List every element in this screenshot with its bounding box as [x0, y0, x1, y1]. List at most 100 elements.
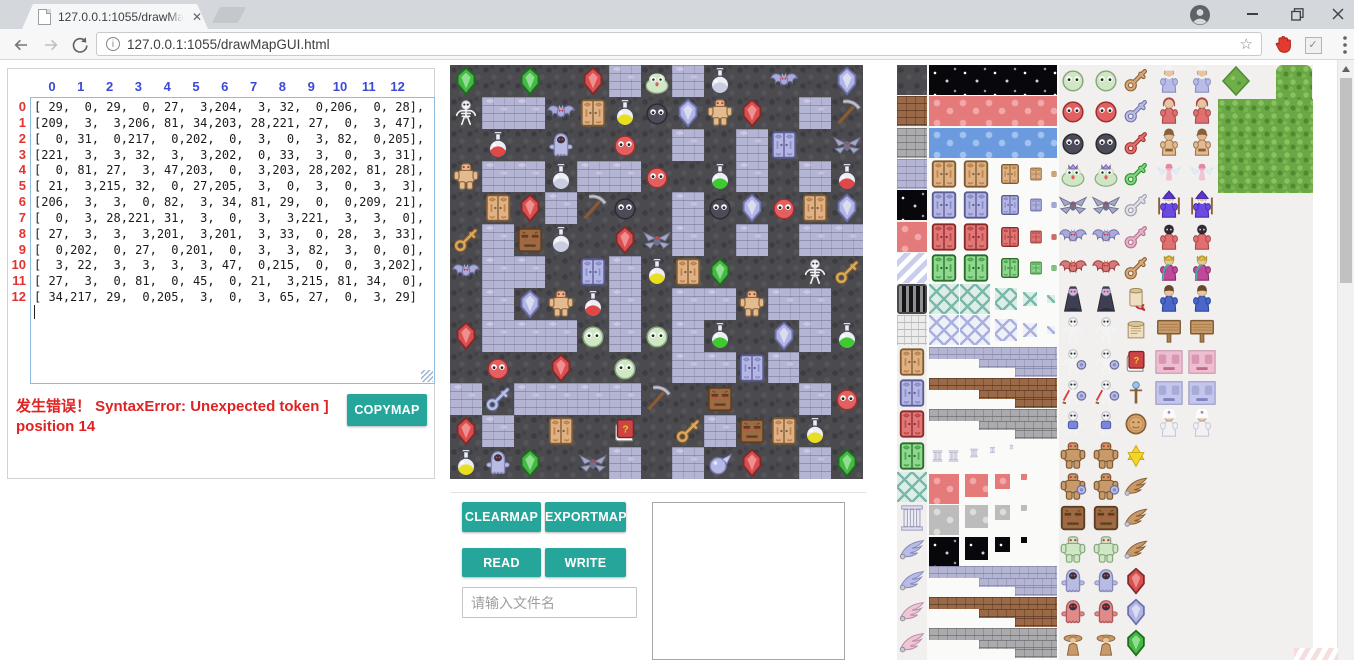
bookmark-star-icon[interactable]: ☆ — [1240, 35, 1253, 53]
map-cell-brick[interactable] — [514, 320, 546, 352]
palette-item-book-question[interactable]: ? — [1122, 348, 1150, 376]
palette-item-wing-brown[interactable] — [1122, 536, 1150, 564]
palette-tile[interactable] — [929, 315, 959, 345]
palette-monster-ghost-red[interactable] — [1058, 597, 1088, 627]
palette-door-tan[interactable] — [929, 159, 959, 189]
palette-door-lavender[interactable] — [1051, 202, 1057, 208]
map-cell-moth-gray[interactable] — [831, 129, 863, 161]
map-cell-dark-stone[interactable] — [768, 161, 800, 193]
map-cell-brick[interactable] — [609, 161, 641, 193]
palette-texture-px-starfield[interactable] — [897, 190, 927, 220]
scrollbar-up-arrow-icon[interactable] — [1342, 66, 1350, 72]
map-cell-brick[interactable] — [609, 256, 641, 288]
palette-character-wizard-purple[interactable] — [1187, 190, 1217, 220]
map-cell-brick[interactable] — [799, 447, 831, 479]
back-button[interactable] — [8, 32, 34, 58]
map-cell-potion-yellow[interactable] — [799, 415, 831, 447]
palette-door-lavender[interactable] — [1029, 198, 1043, 212]
map-cell-gem-green[interactable] — [450, 65, 482, 97]
map-cell-brick[interactable] — [482, 288, 514, 320]
map-cell-dark-stone[interactable] — [641, 447, 673, 479]
palette-item-staff[interactable] — [1122, 379, 1150, 407]
map-cell-slime[interactable] — [641, 65, 673, 97]
map-cell-brick[interactable] — [482, 320, 514, 352]
map-cell-monster-red[interactable] — [482, 352, 514, 384]
palette-door-red[interactable] — [1051, 234, 1057, 240]
map-cell-brick[interactable] — [482, 97, 514, 129]
map-cell-dark-stone[interactable] — [799, 352, 831, 384]
map-cell-key-gold[interactable] — [450, 224, 482, 256]
map-cell-dark-stone[interactable] — [545, 447, 577, 479]
map-cell-brick[interactable] — [609, 320, 641, 352]
palette-door-lavender[interactable] — [961, 190, 991, 220]
map-cell-gem-red[interactable] — [736, 97, 768, 129]
map-cell-dark-stone[interactable] — [641, 415, 673, 447]
palette-monster-skeleton-sword[interactable] — [1091, 378, 1121, 408]
map-cell-brick[interactable] — [672, 447, 704, 479]
map-cell-brick[interactable] — [831, 224, 863, 256]
map-cell-ghost[interactable] — [482, 447, 514, 479]
palette-pattern-px-blueclouds[interactable] — [929, 128, 1057, 158]
palette-monster-ghost-lavender[interactable] — [1091, 566, 1121, 596]
map-cell-bat-purple[interactable] — [768, 65, 800, 97]
palette-tile[interactable] — [960, 284, 990, 314]
palette-tile[interactable] — [929, 284, 959, 314]
palette-texture-px-redclouds[interactable] — [897, 222, 927, 252]
map-cell-dark-stone[interactable] — [641, 288, 673, 320]
map-cell-monster-red[interactable] — [641, 161, 673, 193]
copymap-button[interactable]: COPYMAP — [347, 394, 427, 426]
palette-monster-stone-face[interactable] — [1091, 503, 1121, 533]
map-cell-potion-green[interactable] — [704, 320, 736, 352]
map-cell-brick[interactable] — [704, 352, 736, 384]
map-cell-dark-stone[interactable] — [577, 224, 609, 256]
palette-monster-ball-red[interactable] — [1091, 96, 1121, 126]
palette-character-boy-blue[interactable] — [1187, 284, 1217, 314]
palette-door-red[interactable] — [1029, 230, 1043, 244]
map-cell-potion-red[interactable] — [482, 129, 514, 161]
palette-foliage-large[interactable] — [1218, 99, 1313, 193]
map-cell-gem-blue[interactable] — [831, 192, 863, 224]
extension-hand-icon[interactable] — [1270, 31, 1296, 57]
palette-swatch[interactable] — [1021, 537, 1027, 543]
map-cell-brick[interactable] — [799, 320, 831, 352]
map-cell-monster-red[interactable] — [768, 192, 800, 224]
map-cell-dark-stone[interactable] — [450, 288, 482, 320]
palette-texture-px-graybrick[interactable] — [897, 128, 927, 158]
palette-door-red[interactable] — [999, 226, 1021, 248]
map-cell-dark-stone[interactable] — [450, 352, 482, 384]
map-cell-brick[interactable] — [482, 161, 514, 193]
palette-monster-skeleton-armor[interactable] — [1091, 409, 1121, 439]
palette-monster-mummy-shield[interactable] — [1091, 472, 1121, 502]
palette-door-green[interactable] — [929, 253, 959, 283]
map-cell-potion-clear[interactable] — [545, 161, 577, 193]
palette-door-tan[interactable] — [961, 159, 991, 189]
map-cell-brick[interactable] — [545, 383, 577, 415]
palette-swatch[interactable] — [929, 537, 959, 567]
palette-character-wood-sign[interactable] — [1154, 315, 1184, 345]
map-cell-dark-stone[interactable] — [704, 224, 736, 256]
palette-texture-px-lavbrick[interactable] — [897, 159, 927, 189]
map-cell-gem-green[interactable] — [514, 65, 546, 97]
map-cell-gem-red[interactable] — [609, 224, 641, 256]
palette-texture-wing-pink[interactable] — [897, 628, 927, 658]
map-cell-brick[interactable] — [799, 383, 831, 415]
palette-character-monk-hooded[interactable] — [1154, 222, 1184, 252]
map-cell-dark-stone[interactable] — [768, 224, 800, 256]
map-cell-dark-stone[interactable] — [736, 383, 768, 415]
palette-door-tan[interactable] — [1051, 171, 1057, 177]
write-button[interactable]: WRITE — [545, 548, 626, 577]
palette-tile[interactable] — [995, 319, 1017, 341]
palette-character-monk-red[interactable] — [1187, 96, 1217, 126]
map-cell-gem-red[interactable] — [736, 447, 768, 479]
map-cell-door-tan[interactable] — [577, 97, 609, 129]
palette-door-tan[interactable] — [1029, 167, 1043, 181]
palette-texture-wing-lavender[interactable] — [897, 566, 927, 596]
palette-door-lavender[interactable] — [929, 190, 959, 220]
map-cell-monster-green[interactable] — [609, 352, 641, 384]
map-cell-dark-stone[interactable] — [672, 161, 704, 193]
info-icon[interactable]: i — [106, 37, 120, 51]
map-cell-potion-clear[interactable] — [704, 65, 736, 97]
map-cell-skeleton[interactable] — [799, 256, 831, 288]
map-cell-brick[interactable] — [704, 415, 736, 447]
extension-check-icon[interactable]: ✓ — [1300, 32, 1326, 58]
